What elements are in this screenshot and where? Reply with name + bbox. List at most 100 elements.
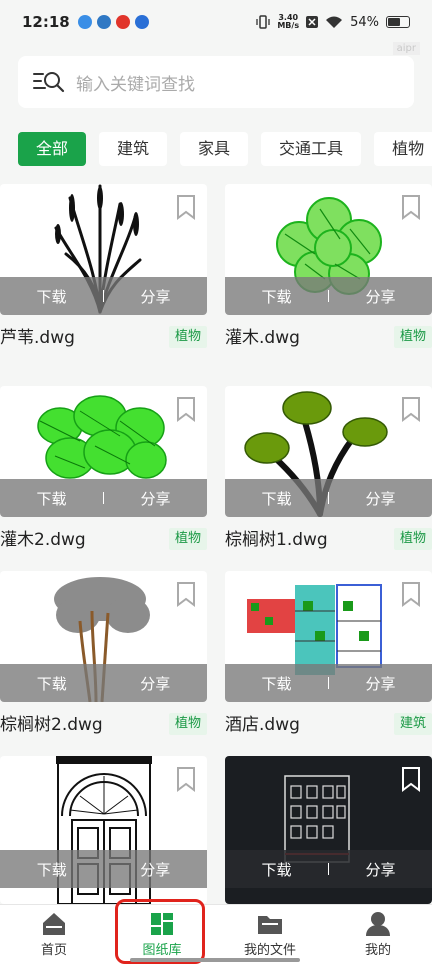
download-button[interactable]: 下载: [225, 488, 328, 509]
download-button[interactable]: 下载: [0, 673, 104, 694]
bookmark-icon[interactable]: [175, 581, 197, 607]
file-name: 酒店.dwg: [225, 714, 300, 735]
library-icon: [151, 913, 173, 935]
share-button[interactable]: 分享: [104, 673, 208, 694]
drawing-thumbnail[interactable]: 下载 分享: [0, 386, 207, 517]
card-meta: 灌木.dwg 植物: [225, 315, 432, 355]
card-action-bar: 下载 分享: [0, 479, 207, 517]
battery-icon: [386, 16, 410, 28]
share-button[interactable]: 分享: [329, 488, 432, 509]
sim-off-icon: [306, 16, 319, 28]
search-bar[interactable]: 输入关键词查找: [18, 56, 414, 108]
app-notification-icon: [96, 15, 111, 29]
bookmark-icon[interactable]: [400, 581, 422, 607]
drawing-card[interactable]: 下载 分享 酒店.dwg 建筑: [225, 571, 432, 742]
nav-profile[interactable]: 我的: [324, 905, 432, 964]
notification-icons: [77, 15, 149, 29]
card-action-bar: 下载 分享: [225, 479, 432, 517]
app-notification-icon: [134, 15, 149, 29]
card-meta: 棕榈树2.dwg 植物: [0, 702, 207, 742]
nav-label: 图纸库: [142, 943, 182, 958]
category-tag: 建筑: [393, 713, 432, 735]
download-button[interactable]: 下载: [0, 859, 104, 880]
download-button[interactable]: 下载: [225, 859, 328, 880]
drawing-card[interactable]: 下载 分享 灌木.dwg 植物: [225, 184, 432, 355]
nav-home[interactable]: 首页: [0, 905, 108, 964]
share-button[interactable]: 分享: [104, 286, 207, 307]
vibrate-icon: [256, 15, 270, 29]
download-button[interactable]: 下载: [225, 286, 328, 307]
drawing-thumbnail[interactable]: 下载 分享: [225, 386, 432, 517]
download-button[interactable]: 下载: [225, 673, 328, 694]
drawing-card[interactable]: 下载 分享 灌木2.dwg 植物: [0, 386, 207, 557]
card-action-bar: 下载 分享: [0, 277, 207, 315]
user-icon: [366, 912, 390, 936]
file-name: 棕榈树2.dwg: [0, 714, 103, 735]
folder-icon: [258, 916, 282, 934]
bookmark-icon[interactable]: [175, 194, 197, 220]
card-action-bar: 下载 分享: [225, 664, 432, 702]
bookmark-icon[interactable]: [400, 194, 422, 220]
tab-plants[interactable]: 植物: [374, 132, 432, 166]
category-tag: 植物: [168, 528, 207, 550]
network-speed: 3.40 MB/s: [277, 13, 300, 30]
drawing-card[interactable]: 下载 分享 芦苇.dwg 植物: [0, 184, 207, 355]
bottom-navigation: 首页 图纸库 我的文件 我的: [0, 904, 432, 964]
share-button[interactable]: 分享: [104, 488, 207, 509]
download-button[interactable]: 下载: [0, 488, 103, 509]
status-bar: 12:18 3.40 MB/s 54%: [0, 0, 432, 44]
drawing-thumbnail[interactable]: 下载 分享: [225, 571, 432, 702]
drawing-library-screen: 12:18 3.40 MB/s 54% aipr 输入关键词查找 全部 建筑 家…: [0, 0, 432, 964]
home-indicator[interactable]: [130, 958, 300, 962]
file-name: 芦苇.dwg: [0, 327, 75, 348]
drawing-thumbnail[interactable]: 下载 分享: [0, 571, 207, 702]
bookmark-icon[interactable]: [400, 396, 422, 422]
drawing-thumbnail[interactable]: 下载 分享: [0, 756, 207, 904]
download-button[interactable]: 下载: [0, 286, 103, 307]
category-tag: 植物: [168, 326, 207, 348]
card-meta: 芦苇.dwg 植物: [0, 315, 207, 355]
share-button[interactable]: 分享: [329, 859, 432, 880]
card-action-bar: 下载 分享: [0, 664, 207, 702]
drawing-thumbnail[interactable]: 下载 分享: [0, 184, 207, 315]
category-tabs: 全部 建筑 家具 交通工具 植物: [18, 132, 432, 166]
wifi-icon: [326, 16, 343, 28]
clock: 12:18: [22, 13, 70, 31]
bookmark-icon[interactable]: [400, 766, 422, 792]
share-button[interactable]: 分享: [329, 673, 432, 694]
category-tag: 植物: [393, 528, 432, 550]
file-name: 棕榈树1.dwg: [225, 529, 328, 550]
weibo-icon: [115, 15, 130, 29]
nav-label: 我的文件: [243, 943, 296, 958]
drawing-thumbnail[interactable]: 下载 分享: [225, 756, 432, 904]
bookmark-icon[interactable]: [175, 766, 197, 792]
battery-percent: 54%: [350, 14, 379, 30]
drawing-card[interactable]: 下载 分享 棕榈树1.dwg 植物: [225, 386, 432, 557]
tab-architecture[interactable]: 建筑: [99, 132, 168, 166]
search-menu-icon: [33, 72, 65, 93]
app-notification-icon: [77, 15, 92, 29]
file-name: 灌木.dwg: [225, 327, 300, 348]
search-input[interactable]: 输入关键词查找: [76, 70, 195, 95]
file-name: 灌木2.dwg: [0, 529, 86, 550]
card-action-bar: 下载 分享: [0, 850, 207, 888]
category-tag: 植物: [393, 326, 432, 348]
home-icon: [43, 913, 65, 935]
nav-label: 我的: [364, 943, 391, 958]
tab-vehicles[interactable]: 交通工具: [261, 132, 362, 166]
card-action-bar: 下载 分享: [225, 277, 432, 315]
nav-my-files[interactable]: 我的文件: [216, 905, 324, 964]
category-tag: 植物: [168, 713, 207, 735]
bookmark-icon[interactable]: [175, 396, 197, 422]
card-meta: 棕榈树1.dwg 植物: [225, 517, 432, 557]
drawing-thumbnail[interactable]: 下载 分享: [225, 184, 432, 315]
tab-all[interactable]: 全部: [18, 132, 87, 166]
card-meta: 灌木2.dwg 植物: [0, 517, 207, 557]
drawing-card[interactable]: 下载 分享: [225, 756, 432, 904]
nav-library[interactable]: 图纸库: [108, 905, 216, 964]
share-button[interactable]: 分享: [104, 859, 208, 880]
drawing-card[interactable]: 下载 分享: [0, 756, 207, 904]
drawing-card[interactable]: 下载 分享 棕榈树2.dwg 植物: [0, 571, 207, 742]
share-button[interactable]: 分享: [329, 286, 432, 307]
tab-furniture[interactable]: 家具: [180, 132, 249, 166]
